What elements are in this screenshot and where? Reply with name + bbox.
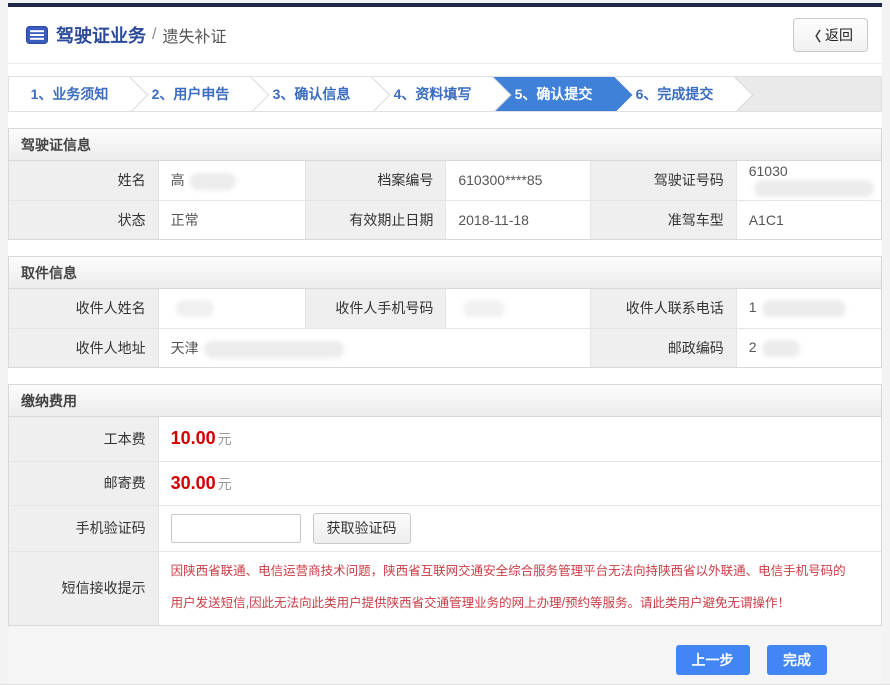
sms-notice-label: 短信接收提示: [9, 551, 158, 625]
sms-notice-text: 因陕西省联通、电信运营商技术问题，陕西省互联网交通安全综合服务管理平台无法向持陕…: [171, 552, 869, 624]
postage-fee-value: 30.00元: [158, 461, 881, 505]
list-form-icon: [26, 26, 48, 44]
recipient-phone-value: 1: [736, 289, 881, 328]
back-button[interactable]: 〈 返回: [793, 18, 868, 52]
license-no-value: 61030: [736, 161, 881, 200]
page-subtitle: 遗失补证: [162, 23, 226, 47]
license-info-table: 姓名 高 档案编号 610300****85 驾驶证号码 61030 状态 正常…: [9, 161, 881, 239]
table-row: 邮寄费 30.00元: [9, 461, 881, 505]
table-row: 姓名 高 档案编号 610300****85 驾驶证号码 61030: [9, 161, 881, 200]
sms-code-label: 手机验证码: [9, 505, 158, 551]
production-fee-label: 工本费: [9, 417, 158, 461]
vehicle-type-label: 准驾车型: [591, 200, 737, 239]
finish-button[interactable]: 完成: [767, 645, 827, 675]
expiry-value: 2018-11-18: [446, 200, 591, 239]
step-1-business-notes: 1、业务须知: [9, 77, 130, 111]
file-no-label: 档案编号: [305, 161, 445, 200]
table-row: 收件人地址 天津 邮政编码 2: [9, 328, 881, 367]
license-no-label: 驾驶证号码: [591, 161, 737, 200]
table-row: 工本费 10.00元: [9, 417, 881, 461]
page-header: 驾驶证业务 / 遗失补证 〈 返回: [8, 7, 882, 64]
redacted-blur: [463, 300, 505, 317]
name-value: 高: [158, 161, 305, 200]
recipient-address-value: 天津: [158, 328, 591, 367]
footer-actions: 上一步 完成: [8, 626, 882, 685]
postcode-value: 2: [736, 328, 881, 367]
recipient-name-label: 收件人姓名: [9, 289, 158, 328]
expiry-label: 有效期止日期: [305, 200, 445, 239]
get-code-button[interactable]: 获取验证码: [313, 513, 411, 544]
main-panel: 驾驶证业务 / 遗失补证 〈 返回 1、业务须知 2、用户申告 3、确认信息 4…: [8, 7, 882, 626]
recipient-phone-label: 收件人联系电话: [591, 289, 737, 328]
step-progress-bar: 1、业务须知 2、用户申告 3、确认信息 4、资料填写 5、确认提交 6、完成提…: [8, 76, 882, 112]
vehicle-type-value: A1C1: [736, 200, 881, 239]
production-fee-unit: 元: [218, 431, 232, 447]
sms-code-cell: 获取验证码: [158, 505, 881, 551]
production-fee-amount: 10.00: [171, 428, 216, 448]
previous-step-button[interactable]: 上一步: [676, 645, 750, 675]
name-label: 姓名: [9, 161, 158, 200]
pickup-info-table: 收件人姓名 收件人手机号码 收件人联系电话 1 收件人地址 天津 邮政编码 2: [9, 289, 881, 367]
recipient-name-value: [158, 289, 305, 328]
redacted-blur: [190, 173, 236, 190]
postage-fee-label: 邮寄费: [9, 461, 158, 505]
license-info-section: 驾驶证信息 姓名 高 档案编号 610300****85 驾驶证号码 61030…: [8, 128, 882, 240]
table-row: 短信接收提示 因陕西省联通、电信运营商技术问题，陕西省互联网交通安全综合服务管理…: [9, 551, 881, 625]
recipient-address-label: 收件人地址: [9, 328, 158, 367]
recipient-mobile-label: 收件人手机号码: [305, 289, 445, 328]
redacted-blur: [754, 180, 874, 197]
production-fee-value: 10.00元: [158, 417, 881, 461]
fees-title: 缴纳费用: [9, 385, 881, 417]
fees-section: 缴纳费用 工本费 10.00元 邮寄费 30.00元 手机验证码 获取验证码: [8, 384, 882, 626]
postcode-label: 邮政编码: [591, 328, 737, 367]
table-row: 收件人姓名 收件人手机号码 收件人联系电话 1: [9, 289, 881, 328]
breadcrumb: 驾驶证业务 / 遗失补证: [26, 22, 226, 48]
back-chevron-icon: 〈: [808, 26, 821, 45]
breadcrumb-separator: /: [152, 26, 156, 44]
file-no-value: 610300****85: [446, 161, 591, 200]
back-button-label: 返回: [825, 25, 853, 45]
pickup-info-section: 取件信息 收件人姓名 收件人手机号码 收件人联系电话 1 收件人地址 天津 邮政…: [8, 256, 882, 368]
page-title: 驾驶证业务: [56, 22, 146, 48]
pickup-info-title: 取件信息: [9, 257, 881, 289]
status-value: 正常: [158, 200, 305, 239]
postage-fee-unit: 元: [218, 476, 232, 492]
recipient-mobile-value: [446, 289, 591, 328]
sms-notice-cell: 因陕西省联通、电信运营商技术问题，陕西省互联网交通安全综合服务管理平台无法向持陕…: [158, 551, 881, 625]
redacted-blur: [204, 341, 344, 358]
redacted-blur: [762, 300, 846, 317]
redacted-blur: [762, 340, 800, 357]
redacted-blur: [176, 300, 214, 317]
table-row: 状态 正常 有效期止日期 2018-11-18 准驾车型 A1C1: [9, 200, 881, 239]
license-info-title: 驾驶证信息: [9, 129, 881, 161]
fees-table: 工本费 10.00元 邮寄费 30.00元 手机验证码 获取验证码 短信接收提: [9, 417, 881, 625]
sms-code-input[interactable]: [171, 514, 301, 543]
status-label: 状态: [9, 200, 158, 239]
postage-fee-amount: 30.00: [171, 473, 216, 493]
table-row: 手机验证码 获取验证码: [9, 505, 881, 551]
